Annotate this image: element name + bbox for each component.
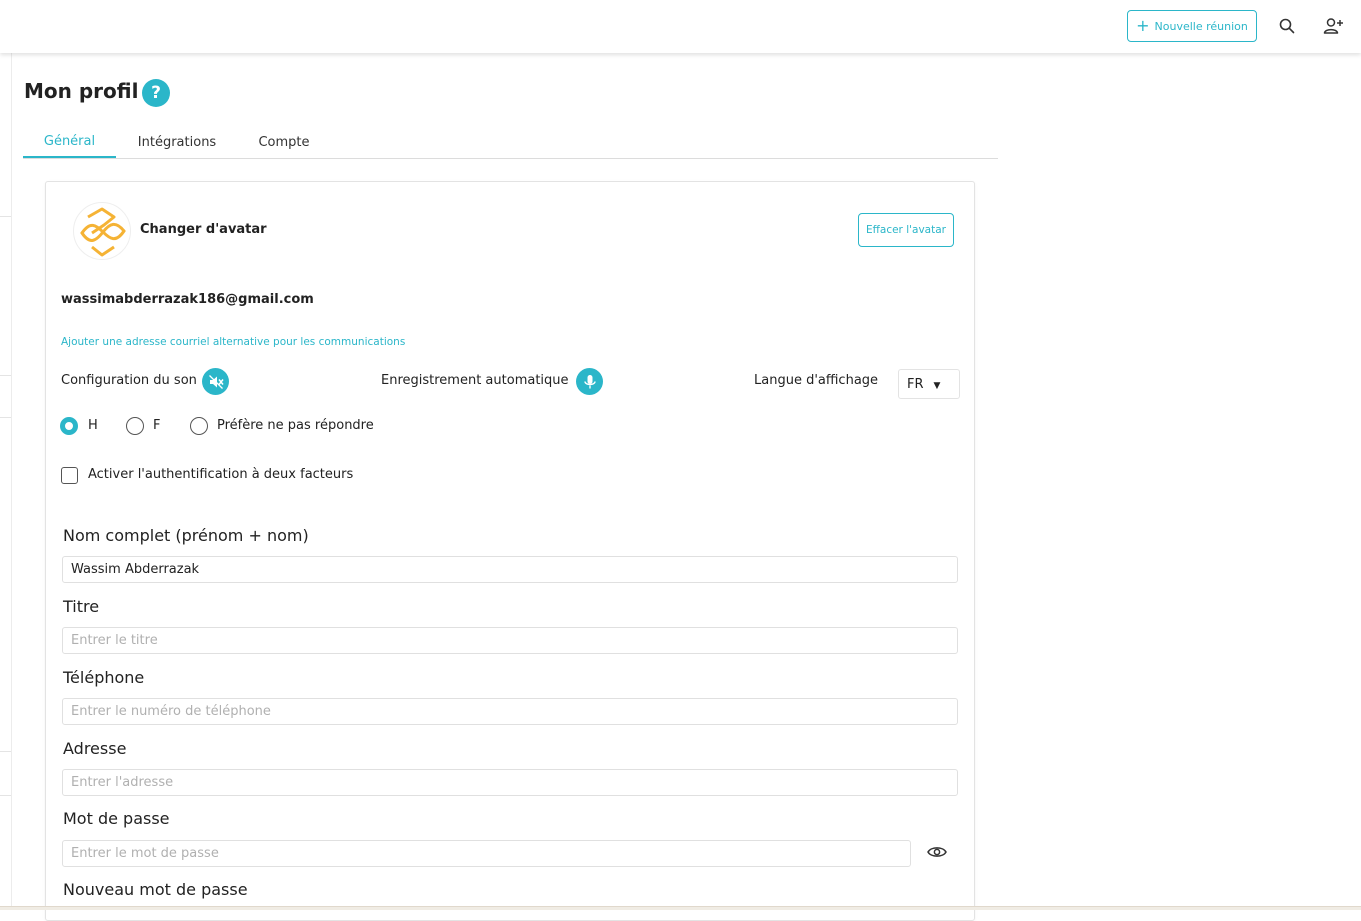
rail-divider bbox=[0, 795, 11, 796]
rail-divider bbox=[0, 751, 11, 752]
rail-divider bbox=[0, 375, 11, 376]
tab-general[interactable]: Général bbox=[23, 127, 116, 158]
new-meeting-label: Nouvelle réunion bbox=[1154, 19, 1248, 33]
gender-label-h: H bbox=[88, 418, 98, 433]
caret-down-icon: ▼ bbox=[933, 380, 941, 391]
phone-label: Téléphone bbox=[63, 668, 145, 687]
password-label: Mot de passe bbox=[63, 809, 170, 828]
gender-label-f: F bbox=[153, 418, 161, 433]
add-alt-email-link[interactable]: Ajouter une adresse courriel alternative… bbox=[61, 336, 405, 348]
show-password-icon[interactable] bbox=[926, 842, 948, 862]
top-bar: + Nouvelle réunion bbox=[0, 0, 1361, 53]
full-name-label: Nom complet (prénom + nom) bbox=[63, 526, 309, 545]
page-title: Mon profil bbox=[24, 79, 139, 103]
rail-divider bbox=[0, 216, 11, 217]
change-avatar-link[interactable]: Changer d'avatar bbox=[140, 222, 267, 237]
password-input[interactable] bbox=[62, 840, 911, 867]
avatar[interactable] bbox=[73, 202, 131, 260]
avatar-logo-icon bbox=[80, 207, 126, 257]
title-label: Titre bbox=[63, 597, 100, 616]
help-icon[interactable]: ? bbox=[142, 79, 170, 107]
tab-account[interactable]: Compte bbox=[247, 127, 321, 158]
address-input[interactable] bbox=[62, 769, 958, 796]
left-sidebar-rail bbox=[0, 53, 12, 910]
sound-config-label: Configuration du son bbox=[61, 373, 197, 388]
two-factor-label: Activer l'authentification à deux facteu… bbox=[88, 467, 354, 482]
gender-radio-h[interactable] bbox=[60, 417, 78, 435]
language-value: FR bbox=[907, 376, 924, 392]
profile-tabs: Général Intégrations Compte bbox=[23, 127, 998, 159]
title-input[interactable] bbox=[62, 627, 958, 654]
sound-muted-icon[interactable] bbox=[202, 368, 229, 395]
new-password-label: Nouveau mot de passe bbox=[63, 880, 248, 899]
display-language-label: Langue d'affichage bbox=[754, 373, 879, 388]
full-name-input[interactable] bbox=[62, 556, 958, 583]
language-select[interactable]: FR ▼ bbox=[898, 369, 960, 399]
gender-radio-no-answer[interactable] bbox=[190, 417, 208, 435]
new-meeting-button[interactable]: + Nouvelle réunion bbox=[1127, 10, 1257, 42]
gender-label-no-answer: Préfère ne pas répondre bbox=[217, 418, 374, 433]
tab-integrations[interactable]: Intégrations bbox=[128, 127, 226, 158]
plus-icon: + bbox=[1136, 16, 1150, 35]
two-factor-checkbox[interactable] bbox=[61, 467, 78, 484]
search-icon[interactable] bbox=[1275, 14, 1299, 38]
clear-avatar-button[interactable]: Effacer l'avatar bbox=[858, 213, 954, 247]
bottom-edge bbox=[0, 906, 1361, 910]
user-email: wassimabderrazak186@gmail.com bbox=[61, 292, 314, 307]
phone-input[interactable] bbox=[62, 698, 958, 725]
gender-radio-f[interactable] bbox=[126, 417, 144, 435]
address-label: Adresse bbox=[63, 739, 127, 758]
rail-divider bbox=[0, 417, 11, 418]
add-user-icon[interactable] bbox=[1321, 14, 1345, 38]
auto-record-label: Enregistrement automatique bbox=[381, 373, 569, 388]
microphone-icon[interactable] bbox=[576, 368, 603, 395]
